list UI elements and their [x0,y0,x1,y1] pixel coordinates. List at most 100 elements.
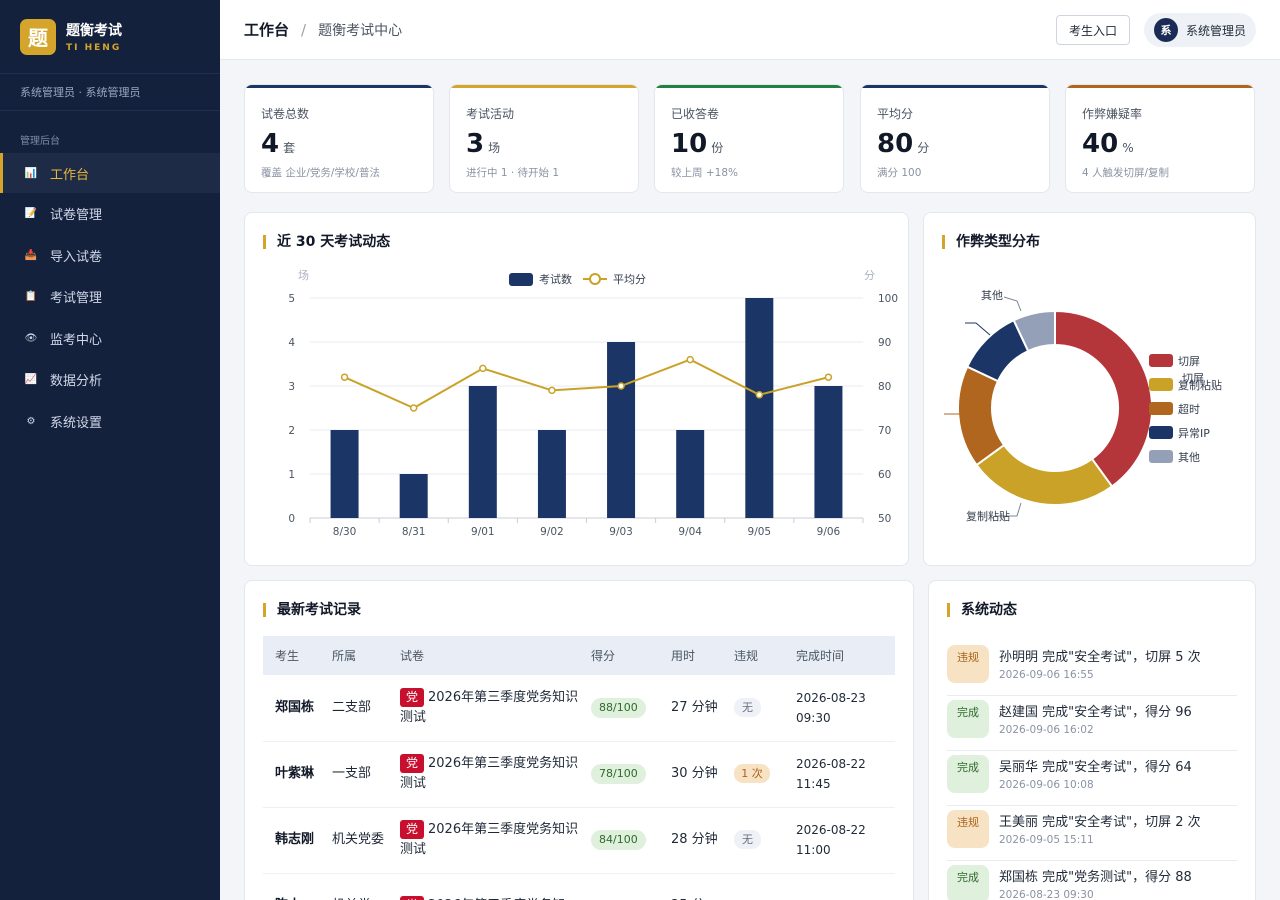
column-header[interactable]: 完成时间 [784,636,895,675]
cell-duration: 28 分钟 [659,807,722,874]
sidebar-item-2[interactable]: 📥 导入试卷 [0,235,220,277]
sidebar-item-6[interactable]: ⚙ 系统设置 [0,401,220,443]
point-avg-score[interactable] [824,373,833,381]
paper-title[interactable]: 2026年第三季度党务知识测试 [400,822,578,857]
user-menu[interactable]: 系 系统管理员 [1144,13,1256,47]
activity-time: 2026-09-06 10:08 [999,779,1094,791]
y-tick-left: 0 [288,513,295,525]
point-avg-score[interactable] [617,382,625,390]
pie-legend-label[interactable]: 复制粘贴 [1178,378,1222,392]
bar-exam-count[interactable] [468,386,497,518]
pie-legend-swatch [1149,426,1173,439]
stat-unit: 场 [488,141,501,155]
pie-legend-label[interactable]: 异常IP [1178,427,1210,440]
legend-label: 平均分 [613,273,646,286]
stat-value: 80 [877,129,914,159]
stat-unit: 套 [283,141,296,155]
left-axis-title: 场 [298,268,309,282]
activity-item[interactable]: 完成 吴丽华 完成"安全考试"，得分 64 2026-09-06 10:08 [947,751,1237,806]
memo-icon: 📝 [24,208,38,220]
avatar: 系 [1154,18,1178,42]
bar-exam-count[interactable] [330,430,359,518]
sidebar-item-label: 数据分析 [50,374,103,390]
cell-name: 叶紫琳 [263,741,320,808]
pie-leader-line [965,322,991,336]
point-avg-score[interactable] [548,386,556,395]
pie-legend-label[interactable]: 超时 [1178,402,1200,416]
column-header[interactable]: 用时 [659,636,722,675]
x-tick-label: 9/06 [817,526,841,538]
pie-slice[interactable] [975,443,1114,506]
cell-violation [722,873,784,900]
sidebar-item-0[interactable]: 📊 工作台 [0,153,220,193]
cell-dept: 二支部 [320,675,388,742]
y-tick-right: 60 [878,469,891,481]
pie-leader-line [1003,296,1022,312]
recent-records-card: 最新考试记录 考生 所属 试卷 得分 用时 违规 完成时间 郑国栋 二支部党 2026年第三季度… [244,580,914,900]
sidebar-item-label: 导入试卷 [50,249,103,265]
cheat-type-chart: 其他复制粘贴切屏切屏复制粘贴超时异常IP其他 [944,289,1222,523]
column-header[interactable]: 考生 [263,636,320,675]
sidebar-item-4[interactable]: 👁 监考中心 [0,318,220,360]
bar-exam-count[interactable] [745,298,774,518]
candidate-entry-button[interactable]: 考生入口 [1056,15,1130,45]
x-tick-label: 8/31 [402,526,426,538]
stat-accent-bar [1066,85,1254,88]
paper-title[interactable]: 2026年第三季度党务知识测试 [400,756,578,791]
table-row[interactable]: 郑国栋 二支部党 2026年第三季度党务知识测试 88/100 27 分钟无 2026-0… [263,675,895,742]
chart-icon: 📊 [24,167,38,179]
activity-feed: 违规 孙明明 完成"安全考试"，切屏 5 次 2026-09-06 16:55 完成赵… [947,641,1237,900]
bar-exam-count[interactable] [607,342,636,518]
sidebar-item-1[interactable]: 📝 试卷管理 [0,193,220,235]
x-tick-label: 9/05 [748,526,772,538]
activity-item[interactable]: 完成 郑国栋 完成"党务测试"，得分 88 2026-08-23 09:30 [947,861,1237,900]
cell-violation: 无 [722,807,784,874]
activity-badge: 违规 [947,810,989,848]
violation-badge: 无 [734,830,761,849]
bar-exam-count[interactable] [537,430,566,518]
bar-exam-count[interactable] [814,386,843,518]
brand-subtitle: TI HENG [66,43,122,53]
column-header[interactable]: 得分 [579,636,659,675]
cell-duration: 30 分钟 [659,741,722,808]
y-tick-right: 70 [878,425,891,437]
bar-exam-count[interactable] [676,430,705,518]
column-header[interactable]: 所属 [320,636,388,675]
y-tick-left: 4 [288,337,295,349]
cheat-type-card: 作弊类型分布 其他 复制粘贴 切屏 切屏 复制粘贴 超时 异常IP 其他 [923,212,1256,566]
activity-item[interactable]: 违规 孙明明 完成"安全考试"，切屏 5 次 2026-09-06 16:55 [947,641,1237,696]
breadcrumb-main[interactable]: 工作台 [244,19,289,40]
table-row[interactable]: 韩志刚 机关党委党 2026年第三季度党务知识测试 84/100 28 分钟无 2026-… [263,807,895,874]
sidebar-item-3[interactable]: 📋 考试管理 [0,276,220,318]
pie-outer-label: 其他 [981,289,1003,302]
pie-legend-label[interactable]: 切屏 [1178,355,1200,368]
activity-item[interactable]: 完成 赵建国 完成"安全考试"，得分 96 2026-09-06 16:02 [947,696,1237,751]
sidebar-nav: 📊 工作台 📝 试卷管理 📥 导入试卷 📋 考试管理 👁 监考中心 📈 数据分析 ⚙ 系统设置 [0,153,220,442]
paper-title[interactable]: 2026年第三季度党务知识测试 [400,690,578,725]
y-tick-right: 90 [878,337,891,349]
top-header: 工作台 / 题衡考试中心 考生入口 系 系统管理员 [220,0,1280,60]
x-tick-label: 9/03 [609,526,633,538]
point-avg-score[interactable] [409,404,418,412]
cell-name: 郑国栋 [263,675,320,742]
point-avg-score[interactable] [340,373,349,381]
column-header[interactable]: 试卷 [388,636,579,675]
y-tick-right: 100 [878,293,898,305]
pie-slice[interactable] [1054,309,1153,488]
y-tick-left: 5 [288,293,295,305]
cell-finish-time: 2026-08-23 09:30 [784,675,895,742]
column-header[interactable]: 违规 [722,636,784,675]
point-avg-score[interactable] [755,391,764,399]
point-avg-score[interactable] [479,364,487,373]
activity-item[interactable]: 违规 王美丽 完成"安全考试"，切屏 2 次 2026-09-05 15:11 [947,806,1237,861]
brand[interactable]: 题 题衡考试 TI HENG [0,0,220,74]
table-row[interactable]: 陈大机关党党2026年第三季度党务知 25 分 2026-08-22 [263,873,895,900]
pie-legend-label[interactable]: 其他 [1178,451,1200,464]
legend-swatch-dot [589,273,601,285]
table-row[interactable]: 叶紫琳 一支部党 2026年第三季度党务知识测试 78/100 30 分钟 1 次 2026… [263,741,895,808]
stat-card: 考试活动 3 场进行中 1 · 待开始 1 [449,84,639,193]
cell-score: 88/100 [579,675,659,742]
point-avg-score[interactable] [686,355,694,364]
bar-exam-count[interactable] [399,474,428,518]
sidebar-item-5[interactable]: 📈 数据分析 [0,359,220,401]
